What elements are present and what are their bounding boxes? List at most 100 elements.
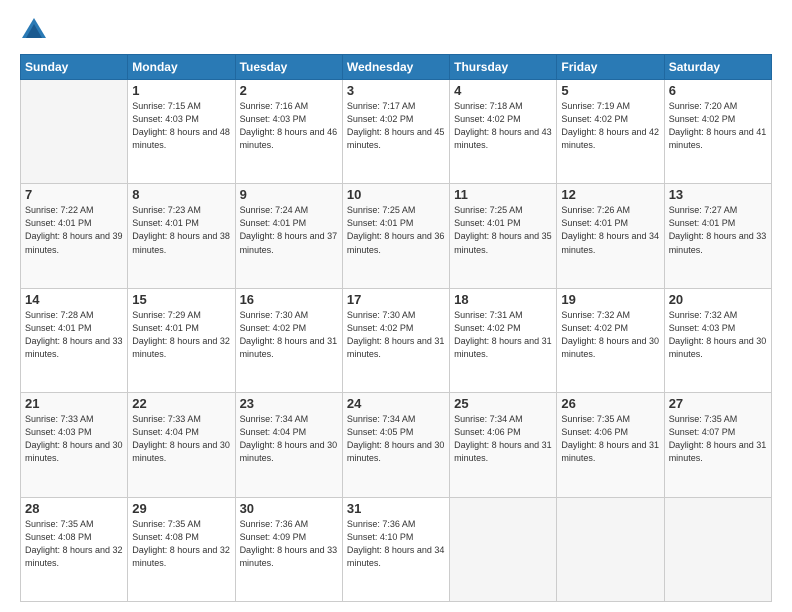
day-info: Sunrise: 7:35 AM Sunset: 4:07 PM Dayligh… (669, 413, 767, 465)
calendar-cell: 9 Sunrise: 7:24 AM Sunset: 4:01 PM Daylig… (235, 184, 342, 288)
day-info: Sunrise: 7:25 AM Sunset: 4:01 PM Dayligh… (454, 204, 552, 256)
col-header-friday: Friday (557, 55, 664, 80)
calendar-week-row: 7 Sunrise: 7:22 AM Sunset: 4:01 PM Daylig… (21, 184, 772, 288)
day-info: Sunrise: 7:20 AM Sunset: 4:02 PM Dayligh… (669, 100, 767, 152)
day-number: 31 (347, 501, 445, 516)
day-number: 2 (240, 83, 338, 98)
calendar-cell: 29 Sunrise: 7:35 AM Sunset: 4:08 PM Dayli… (128, 497, 235, 601)
day-info: Sunrise: 7:31 AM Sunset: 4:02 PM Dayligh… (454, 309, 552, 361)
calendar-cell: 22 Sunrise: 7:33 AM Sunset: 4:04 PM Dayli… (128, 393, 235, 497)
calendar-cell: 5 Sunrise: 7:19 AM Sunset: 4:02 PM Daylig… (557, 80, 664, 184)
day-number: 11 (454, 187, 552, 202)
day-number: 28 (25, 501, 123, 516)
day-info: Sunrise: 7:34 AM Sunset: 4:04 PM Dayligh… (240, 413, 338, 465)
day-info: Sunrise: 7:34 AM Sunset: 4:06 PM Dayligh… (454, 413, 552, 465)
calendar-cell (557, 497, 664, 601)
day-info: Sunrise: 7:19 AM Sunset: 4:02 PM Dayligh… (561, 100, 659, 152)
calendar-week-row: 28 Sunrise: 7:35 AM Sunset: 4:08 PM Dayli… (21, 497, 772, 601)
page: SundayMondayTuesdayWednesdayThursdayFrid… (0, 0, 792, 612)
day-info: Sunrise: 7:36 AM Sunset: 4:09 PM Dayligh… (240, 518, 338, 570)
day-info: Sunrise: 7:18 AM Sunset: 4:02 PM Dayligh… (454, 100, 552, 152)
calendar-cell (450, 497, 557, 601)
day-number: 25 (454, 396, 552, 411)
day-info: Sunrise: 7:22 AM Sunset: 4:01 PM Dayligh… (25, 204, 123, 256)
calendar-cell: 26 Sunrise: 7:35 AM Sunset: 4:06 PM Dayli… (557, 393, 664, 497)
day-info: Sunrise: 7:35 AM Sunset: 4:08 PM Dayligh… (25, 518, 123, 570)
day-info: Sunrise: 7:30 AM Sunset: 4:02 PM Dayligh… (240, 309, 338, 361)
day-info: Sunrise: 7:36 AM Sunset: 4:10 PM Dayligh… (347, 518, 445, 570)
day-number: 26 (561, 396, 659, 411)
calendar-cell: 4 Sunrise: 7:18 AM Sunset: 4:02 PM Daylig… (450, 80, 557, 184)
day-number: 16 (240, 292, 338, 307)
day-number: 10 (347, 187, 445, 202)
col-header-tuesday: Tuesday (235, 55, 342, 80)
day-info: Sunrise: 7:33 AM Sunset: 4:04 PM Dayligh… (132, 413, 230, 465)
calendar-cell: 8 Sunrise: 7:23 AM Sunset: 4:01 PM Daylig… (128, 184, 235, 288)
calendar-cell: 24 Sunrise: 7:34 AM Sunset: 4:05 PM Dayli… (342, 393, 449, 497)
day-info: Sunrise: 7:28 AM Sunset: 4:01 PM Dayligh… (25, 309, 123, 361)
calendar-header-row: SundayMondayTuesdayWednesdayThursdayFrid… (21, 55, 772, 80)
col-header-wednesday: Wednesday (342, 55, 449, 80)
day-number: 1 (132, 83, 230, 98)
day-info: Sunrise: 7:35 AM Sunset: 4:06 PM Dayligh… (561, 413, 659, 465)
calendar-cell: 13 Sunrise: 7:27 AM Sunset: 4:01 PM Dayli… (664, 184, 771, 288)
day-info: Sunrise: 7:25 AM Sunset: 4:01 PM Dayligh… (347, 204, 445, 256)
day-number: 9 (240, 187, 338, 202)
calendar-cell: 3Sunrise: 7:17 AM Sunset: 4:02 PM Daylig… (342, 80, 449, 184)
day-number: 18 (454, 292, 552, 307)
day-number: 12 (561, 187, 659, 202)
day-info: Sunrise: 7:29 AM Sunset: 4:01 PM Dayligh… (132, 309, 230, 361)
calendar-week-row: 21 Sunrise: 7:33 AM Sunset: 4:03 PM Dayli… (21, 393, 772, 497)
day-info: Sunrise: 7:24 AM Sunset: 4:01 PM Dayligh… (240, 204, 338, 256)
col-header-thursday: Thursday (450, 55, 557, 80)
header (20, 16, 772, 44)
day-info: Sunrise: 7:32 AM Sunset: 4:02 PM Dayligh… (561, 309, 659, 361)
day-info: Sunrise: 7:16 AM Sunset: 4:03 PM Dayligh… (240, 100, 338, 152)
day-info: Sunrise: 7:26 AM Sunset: 4:01 PM Dayligh… (561, 204, 659, 256)
calendar-table: SundayMondayTuesdayWednesdayThursdayFrid… (20, 54, 772, 602)
logo-icon (20, 16, 48, 44)
calendar-cell: 1Sunrise: 7:15 AM Sunset: 4:03 PM Daylig… (128, 80, 235, 184)
day-number: 4 (454, 83, 552, 98)
col-header-sunday: Sunday (21, 55, 128, 80)
day-number: 21 (25, 396, 123, 411)
day-number: 13 (669, 187, 767, 202)
day-info: Sunrise: 7:17 AM Sunset: 4:02 PM Dayligh… (347, 100, 445, 152)
day-number: 22 (132, 396, 230, 411)
calendar-cell: 28 Sunrise: 7:35 AM Sunset: 4:08 PM Dayli… (21, 497, 128, 601)
col-header-saturday: Saturday (664, 55, 771, 80)
day-number: 17 (347, 292, 445, 307)
calendar-cell (664, 497, 771, 601)
day-info: Sunrise: 7:23 AM Sunset: 4:01 PM Dayligh… (132, 204, 230, 256)
col-header-monday: Monday (128, 55, 235, 80)
logo (20, 16, 52, 44)
day-number: 5 (561, 83, 659, 98)
day-number: 15 (132, 292, 230, 307)
day-info: Sunrise: 7:35 AM Sunset: 4:08 PM Dayligh… (132, 518, 230, 570)
calendar-cell: 11 Sunrise: 7:25 AM Sunset: 4:01 PM Dayli… (450, 184, 557, 288)
day-info: Sunrise: 7:27 AM Sunset: 4:01 PM Dayligh… (669, 204, 767, 256)
calendar-cell: 10 Sunrise: 7:25 AM Sunset: 4:01 PM Dayli… (342, 184, 449, 288)
calendar-cell: 12 Sunrise: 7:26 AM Sunset: 4:01 PM Dayli… (557, 184, 664, 288)
calendar-cell: 31 Sunrise: 7:36 AM Sunset: 4:10 PM Dayli… (342, 497, 449, 601)
day-number: 27 (669, 396, 767, 411)
day-number: 24 (347, 396, 445, 411)
day-info: Sunrise: 7:33 AM Sunset: 4:03 PM Dayligh… (25, 413, 123, 465)
calendar-cell: 19Sunrise: 7:32 AM Sunset: 4:02 PM Dayli… (557, 288, 664, 392)
day-number: 20 (669, 292, 767, 307)
day-info: Sunrise: 7:30 AM Sunset: 4:02 PM Dayligh… (347, 309, 445, 361)
day-number: 7 (25, 187, 123, 202)
calendar-cell: 23Sunrise: 7:34 AM Sunset: 4:04 PM Dayli… (235, 393, 342, 497)
calendar-cell: 27 Sunrise: 7:35 AM Sunset: 4:07 PM Dayli… (664, 393, 771, 497)
day-number: 8 (132, 187, 230, 202)
calendar-week-row: 14Sunrise: 7:28 AM Sunset: 4:01 PM Dayli… (21, 288, 772, 392)
calendar-cell: 14Sunrise: 7:28 AM Sunset: 4:01 PM Dayli… (21, 288, 128, 392)
calendar-cell: 21 Sunrise: 7:33 AM Sunset: 4:03 PM Dayli… (21, 393, 128, 497)
calendar-cell: 30 Sunrise: 7:36 AM Sunset: 4:09 PM Dayli… (235, 497, 342, 601)
day-info: Sunrise: 7:34 AM Sunset: 4:05 PM Dayligh… (347, 413, 445, 465)
calendar-cell: 20Sunrise: 7:32 AM Sunset: 4:03 PM Dayli… (664, 288, 771, 392)
day-number: 30 (240, 501, 338, 516)
calendar-cell: 16 Sunrise: 7:30 AM Sunset: 4:02 PM Dayli… (235, 288, 342, 392)
day-number: 29 (132, 501, 230, 516)
calendar-week-row: 1Sunrise: 7:15 AM Sunset: 4:03 PM Daylig… (21, 80, 772, 184)
